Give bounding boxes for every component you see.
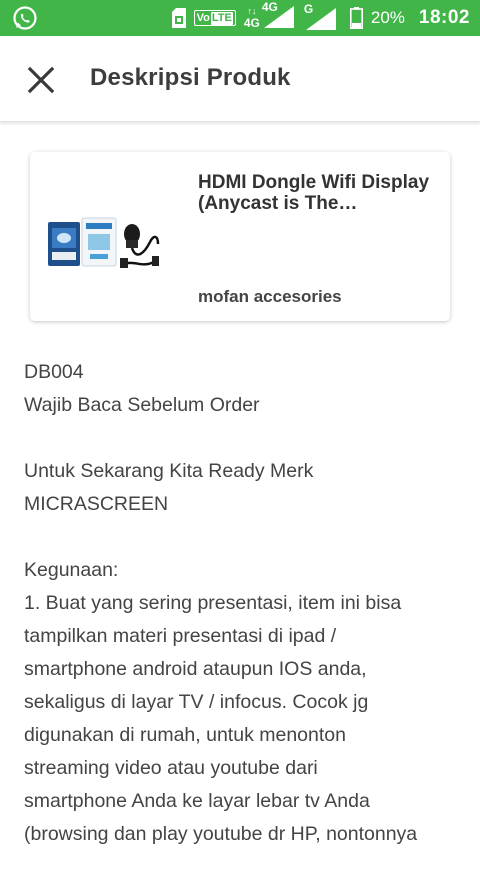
net-4g-secondary-label: 4G <box>243 16 260 30</box>
volte-badge: Vo LTE <box>193 10 236 26</box>
product-name: HDMI Dongle Wifi Display (Anycast is The… <box>198 172 430 214</box>
description-line: MICRASCREEN <box>24 493 169 515</box>
description-paragraph: Kegunaan: 1. Buat yang sering presentasi… <box>24 554 468 851</box>
status-bar: Vo LTE ↑↓ 4G 4G G 20% 18:02 <box>0 0 480 36</box>
description-line: streaming video atau youtube dari <box>24 757 318 779</box>
signal-4g-indicator: ↑↓ 4G 4G <box>243 0 296 33</box>
clock: 18:02 <box>418 7 470 28</box>
description-line: Untuk Sekarang Kita Ready Merk <box>24 460 314 482</box>
shop-name: mofan accesories <box>198 287 342 306</box>
app-bar: Deskripsi Produk <box>0 36 480 122</box>
description-line: tampilkan materi presentasi di ipad / <box>24 625 337 647</box>
whatsapp-icon <box>12 5 38 31</box>
description-line: (browsing dan play youtube dr HP, nonton… <box>24 823 418 845</box>
lte-label: LTE <box>210 11 233 25</box>
volte-label: Vo <box>196 11 210 24</box>
battery-percent: 20% <box>370 8 405 27</box>
description-line: DB004 <box>24 361 84 383</box>
battery-icon <box>349 7 363 29</box>
description-line: 1. Buat yang sering presentasi, item ini… <box>24 592 402 614</box>
net-4g-primary-label: 4G <box>261 0 278 14</box>
signal-g-indicator: G <box>303 2 338 30</box>
product-description: DB004 Wajib Baca Sebelum Order Untuk Sek… <box>24 356 468 884</box>
description-line: sekaligus di layar TV / infocus. Cocok j… <box>24 691 369 713</box>
description-line: Kegunaan: <box>24 559 119 581</box>
net-g-label: G <box>303 2 314 16</box>
close-icon[interactable] <box>24 63 58 97</box>
description-paragraph: Untuk Sekarang Kita Ready Merk MICRASCRE… <box>24 455 468 521</box>
product-image <box>46 214 161 276</box>
description-line: smartphone Anda ke layar lebar tv Anda <box>24 790 370 812</box>
description-line: Wajib Baca Sebelum Order <box>24 394 260 416</box>
description-line: smartphone android ataupun IOS anda, <box>24 658 367 680</box>
description-paragraph: DB004 Wajib Baca Sebelum Order <box>24 356 468 422</box>
product-card[interactable]: HDMI Dongle Wifi Display (Anycast is The… <box>30 152 450 321</box>
sim-card-icon <box>171 8 186 28</box>
description-line: digunakan di rumah, untuk menonton <box>24 724 346 746</box>
page-title: Deskripsi Produk <box>90 64 291 91</box>
